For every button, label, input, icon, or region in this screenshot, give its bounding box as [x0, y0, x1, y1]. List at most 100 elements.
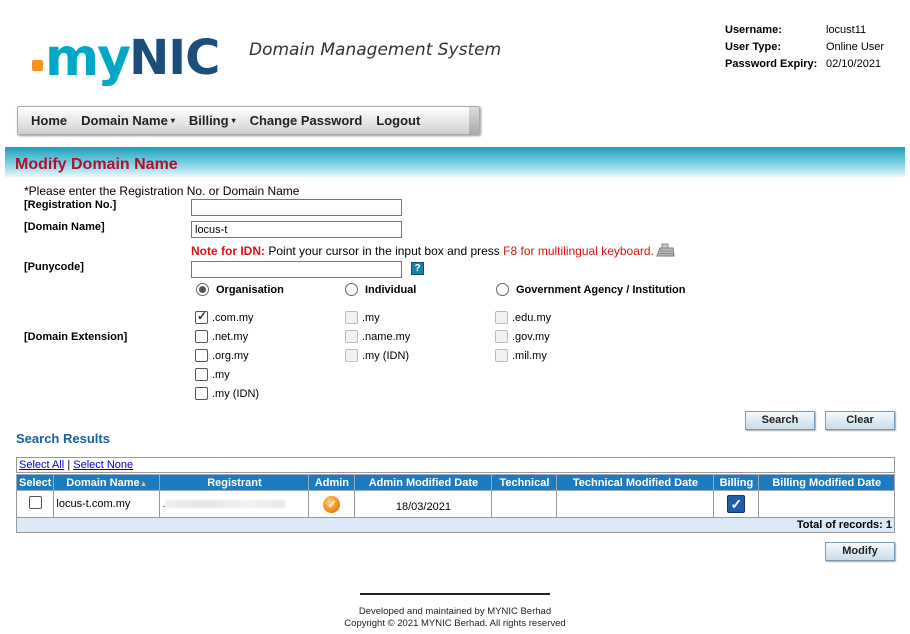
chevron-down-icon: ▾: [170, 116, 175, 125]
ext-mil-my[interactable]: .mil.my: [495, 346, 551, 365]
domain-name-input[interactable]: [191, 221, 402, 238]
checkbox-edu-my[interactable]: [495, 311, 508, 324]
separator: |: [67, 459, 71, 471]
menu-billing[interactable]: Billing ▾: [182, 113, 243, 128]
ext-gov-my[interactable]: .gov.my: [495, 327, 551, 346]
keyboard-icon[interactable]: [655, 243, 675, 257]
idn-note-label: Note for IDN:: [191, 244, 265, 258]
radio-organisation[interactable]: [196, 283, 209, 296]
menu-domain-name[interactable]: Domain Name ▾: [74, 113, 182, 128]
idn-note-f8: F8 for multilingual keyboard.: [503, 244, 654, 258]
menu-end-cap: [469, 107, 479, 134]
domain-name-label: [Domain Name]: [24, 221, 105, 233]
government-label: Government Agency / Institution: [516, 283, 686, 296]
ext-edu-my[interactable]: .edu.my: [495, 308, 551, 327]
col-domain-name[interactable]: Domain Name▲: [53, 474, 161, 491]
checkbox-ind-my-idn[interactable]: [345, 349, 358, 362]
mynic-logo: my NIC: [32, 24, 220, 88]
checkbox-gov-my[interactable]: [495, 330, 508, 343]
ext-name-my[interactable]: .name.my: [345, 327, 410, 346]
row-registrant: .: [159, 490, 310, 518]
checkbox-name-my[interactable]: [345, 330, 358, 343]
idn-note-text: Point your cursor in the input box and p…: [268, 244, 500, 258]
ext-ind-group: .my .name.my .my (IDN): [345, 308, 410, 365]
ext-label: .mil.my: [512, 349, 547, 362]
ext-label: .name.my: [362, 330, 411, 343]
logo-dot: [32, 60, 43, 71]
radio-government[interactable]: [496, 283, 509, 296]
col-billing: Billing: [713, 474, 760, 491]
checkbox-mil-my[interactable]: [495, 349, 508, 362]
type-organisation-radio[interactable]: Organisation: [196, 280, 284, 299]
type-individual-radio[interactable]: Individual: [345, 280, 416, 299]
checkbox-ind-my[interactable]: [345, 311, 358, 324]
row-billing-date: [758, 490, 895, 518]
app-subtitle: Domain Management System: [249, 40, 502, 60]
ext-my[interactable]: .my: [195, 365, 259, 384]
col-technical-modified-date: Technical Modified Date: [556, 474, 715, 491]
ext-label: .my: [212, 368, 230, 381]
checkbox-org-my[interactable]: [195, 349, 208, 362]
col-billing-modified-date: Billing Modified Date: [758, 474, 895, 491]
row-admin: ✓: [308, 490, 356, 518]
registrant-redacted: [165, 500, 286, 509]
modify-button[interactable]: Modify: [825, 542, 895, 561]
checkbox-my-idn[interactable]: [195, 387, 208, 400]
user-info: Username: locust11 User Type: Online User …: [725, 24, 884, 75]
ext-label: .org.my: [212, 349, 249, 362]
select-all-link[interactable]: Select All: [19, 459, 64, 471]
menu-logout[interactable]: Logout: [369, 113, 427, 128]
ext-label: .net.my: [212, 330, 249, 343]
menu-domain-name-label: Domain Name: [81, 113, 168, 128]
row-domain-name: locus-t.com.my: [53, 490, 161, 518]
ext-label: .com.my: [212, 311, 254, 324]
search-button[interactable]: Search: [745, 411, 815, 430]
username-value: locust11: [826, 24, 867, 36]
menu-change-password[interactable]: Change Password: [243, 113, 370, 128]
table-footer-row: Total of records: 1: [16, 517, 895, 533]
radio-individual[interactable]: [345, 283, 358, 296]
table-row: locus-t.com.my . ✓ 18/03/2021 ✓: [15, 490, 895, 518]
main-menu: Home Domain Name ▾ Billing ▾ Change Passwo…: [17, 106, 480, 135]
results-table: Select Domain Name▲ Registrant Admin Adm…: [15, 474, 895, 533]
ext-org-my[interactable]: .org.my: [195, 346, 259, 365]
registration-no-input[interactable]: [191, 199, 402, 216]
clear-button[interactable]: Clear: [825, 411, 895, 430]
footer-divider: [360, 593, 550, 595]
ext-label: .edu.my: [512, 311, 552, 324]
ext-label: .my (IDN): [212, 387, 260, 400]
usertype-value: Online User: [826, 41, 885, 53]
menu-home[interactable]: Home: [24, 113, 74, 128]
individual-label: Individual: [365, 283, 417, 296]
help-icon[interactable]: ?: [411, 262, 424, 275]
usertype-label: User Type:: [725, 41, 782, 53]
checkbox-com-my[interactable]: [195, 309, 208, 324]
organisation-label: Organisation: [216, 283, 284, 296]
table-header-row: Select Domain Name▲ Registrant Admin Adm…: [15, 474, 895, 491]
type-government-radio[interactable]: Government Agency / Institution: [496, 280, 686, 299]
checkbox-net-my[interactable]: [195, 330, 208, 343]
row-select-checkbox[interactable]: [28, 496, 42, 509]
password-expiry-label: Password Expiry:: [725, 58, 818, 70]
select-none-link[interactable]: Select None: [73, 459, 133, 471]
logo-my: my: [45, 28, 131, 88]
ext-com-my[interactable]: .com.my: [195, 308, 259, 327]
punycode-input[interactable]: [191, 261, 402, 278]
ext-my-idn[interactable]: .my (IDN): [195, 384, 259, 403]
ext-ind-my-idn[interactable]: .my (IDN): [345, 346, 410, 365]
checkbox-my[interactable]: [195, 368, 208, 381]
col-select: Select: [15, 474, 55, 491]
page-title: Modify Domain Name: [15, 156, 178, 173]
col-domain-name-label: Domain Name: [66, 476, 140, 489]
password-expiry-value: 02/10/2021: [826, 58, 882, 70]
billing-check-icon: ✓: [727, 495, 746, 513]
ext-net-my[interactable]: .net.my: [195, 327, 259, 346]
ext-label: .gov.my: [512, 330, 550, 343]
ext-ind-my[interactable]: .my: [345, 308, 410, 327]
admin-check-icon: ✓: [323, 495, 341, 513]
footer-line-2: Copyright © 2021 MYNIC Berhad. All right…: [344, 618, 566, 629]
search-results-title: Search Results: [16, 431, 110, 446]
col-registrant: Registrant: [159, 474, 310, 491]
row-select-cell: [15, 490, 55, 518]
ext-label: .my: [362, 311, 380, 324]
